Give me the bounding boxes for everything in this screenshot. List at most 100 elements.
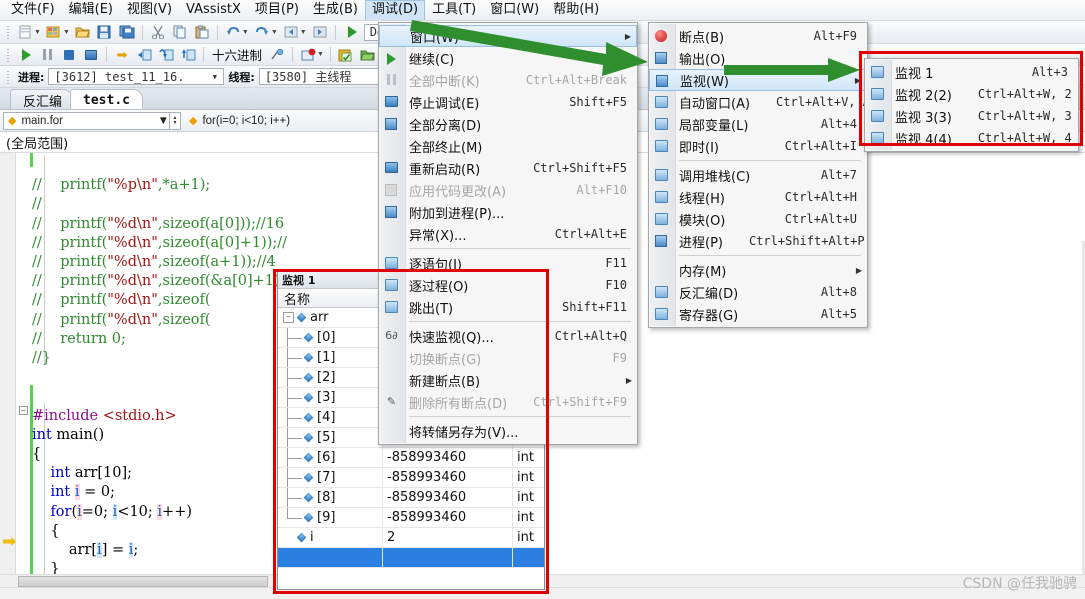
window-submenu-item-0[interactable]: 断点(B) Alt+F9: [649, 25, 867, 47]
validate-icon[interactable]: [336, 45, 356, 64]
menu-item-7[interactable]: 工具(T): [425, 0, 483, 20]
undo-icon[interactable]: [223, 23, 243, 42]
debug-menu-item-3[interactable]: 停止调试(E) Shift+F5: [379, 91, 637, 113]
member-combo-left[interactable]: ◆ main.for ▼ ▲ ▼: [3, 111, 181, 130]
menu-item-6[interactable]: 调试(D): [364, 0, 426, 20]
window-submenu-item-10[interactable]: 内存(M) ▶: [649, 259, 867, 281]
breakpoints-window-icon[interactable]: [298, 45, 318, 64]
watch-row[interactable]: i 2 int: [278, 528, 544, 548]
watch-row-value[interactable]: -858993460: [383, 468, 513, 487]
debug-menu-items[interactable]: 窗口(W) ▶ 继续(C) F5 全部中断(K) Ctrl+Alt+Break 停止调试(E…: [379, 25, 637, 442]
chevron-down-icon[interactable]: ▼: [34, 29, 41, 36]
watch-row-value[interactable]: -858993460: [383, 488, 513, 507]
window-submenu-popup[interactable]: 断点(B) Alt+F9 输出(O) 监视(W) ▶ 自动窗口(A) Ctrl+Alt+V,…: [648, 22, 870, 328]
debug-menu-item-0[interactable]: 窗口(W) ▶: [379, 25, 637, 47]
toolbar-grip[interactable]: [6, 68, 11, 85]
start-debugging-icon[interactable]: [341, 23, 361, 42]
debug-menu-item-1[interactable]: 继续(C) F5: [379, 47, 637, 69]
chevron-down-icon[interactable]: ▼: [300, 29, 307, 36]
watch-row[interactable]: [9] -858993460 int: [278, 508, 544, 528]
copy-icon[interactable]: [170, 23, 190, 42]
fold-toggle-icon[interactable]: –: [19, 406, 28, 415]
watch-row-name-cell[interactable]: [8]: [278, 488, 383, 507]
debug-menu-item-12[interactable]: 跳出(T) Shift+F11: [379, 296, 637, 318]
watch-row-name-cell[interactable]: – arr: [278, 308, 383, 327]
save-icon[interactable]: [95, 23, 115, 42]
window-submenu-items[interactable]: 断点(B) Alt+F9 输出(O) 监视(W) ▶ 自动窗口(A) Ctrl+Alt+V,…: [649, 25, 870, 325]
editor-tab-0[interactable]: 反汇编: [10, 89, 74, 110]
watch-submenu-item-1[interactable]: 监视 2(2) Ctrl+Alt+W, 2: [865, 83, 1078, 105]
window-submenu-item-1[interactable]: 输出(O): [649, 47, 867, 69]
chevron-down-icon[interactable]: ▼: [271, 29, 278, 36]
hex-toggle-icon[interactable]: [267, 45, 287, 64]
watch-submenu-popup[interactable]: 监视 1 Alt+3 监视 2(2) Ctrl+Alt+W, 2 监视 3(3) Ctrl…: [864, 58, 1079, 152]
redo-icon[interactable]: [252, 23, 272, 42]
watch-submenu-item-0[interactable]: 监视 1 Alt+3: [865, 61, 1078, 83]
add-item-icon[interactable]: [44, 23, 64, 42]
chevron-down-icon[interactable]: ▼: [208, 73, 221, 81]
chevron-down-icon[interactable]: ▼: [158, 115, 169, 127]
watch-row-name-cell[interactable]: [7]: [278, 468, 383, 487]
watch-submenu-item-3[interactable]: 监视 4(4) Ctrl+Alt+W, 4: [865, 127, 1078, 149]
watch-row-name-cell[interactable]: [3]: [278, 388, 383, 407]
debug-menu-item-4[interactable]: 全部分离(D): [379, 113, 637, 135]
menu-item-5[interactable]: 生成(B): [306, 0, 365, 20]
debug-menu-item-17[interactable]: 将转储另存为(V)...: [379, 420, 637, 442]
hex-display-label[interactable]: 十六进制: [208, 45, 266, 64]
watch-row-value[interactable]: -858993460: [383, 508, 513, 527]
editor-tab-1[interactable]: test.c: [70, 89, 143, 109]
watch-new-entry-value[interactable]: [383, 548, 513, 567]
watch-row-name-cell[interactable]: [0]: [278, 328, 383, 347]
watch-row-name-cell[interactable]: [2]: [278, 368, 383, 387]
watch-row-name-cell[interactable]: [6]: [278, 448, 383, 467]
watch-new-entry-row[interactable]: [278, 548, 544, 568]
watch-row-value[interactable]: 2: [383, 528, 513, 547]
menu-item-2[interactable]: 视图(V): [120, 0, 179, 20]
chevron-down-icon[interactable]: ▼: [63, 29, 70, 36]
toolbar-grip[interactable]: [6, 46, 11, 63]
watch-row[interactable]: [6] -858993460 int: [278, 448, 544, 468]
expander-icon[interactable]: –: [283, 312, 294, 323]
step-out-icon[interactable]: [178, 45, 198, 64]
watch-submenu-items[interactable]: 监视 1 Alt+3 监视 2(2) Ctrl+Alt+W, 2 监视 3(3) Ctrl…: [865, 61, 1078, 149]
cut-icon[interactable]: [148, 23, 168, 42]
menu-item-3[interactable]: VAssistX: [179, 0, 248, 20]
navigate-backward-icon[interactable]: [281, 23, 301, 42]
chevron-down-icon[interactable]: ▼: [242, 29, 249, 36]
watch-row-name-cell[interactable]: [1]: [278, 348, 383, 367]
watch-row-name-cell[interactable]: [4]: [278, 408, 383, 427]
chevron-down-icon[interactable]: ▼: [317, 51, 324, 58]
debug-menu-item-10[interactable]: 逐语句(I) F11: [379, 252, 637, 274]
step-over-icon[interactable]: [156, 45, 176, 64]
debug-menu-item-15[interactable]: 新建断点(B) ▶: [379, 369, 637, 391]
break-all-icon[interactable]: [37, 45, 57, 64]
scrollbar-thumb[interactable]: [18, 576, 268, 587]
window-submenu-item-9[interactable]: 进程(P) Ctrl+Shift+Alt+P: [649, 230, 867, 252]
editor-indicator-margin[interactable]: [0, 153, 16, 587]
stop-debugging-icon[interactable]: [59, 45, 79, 64]
show-next-statement-icon[interactable]: ➡: [112, 45, 132, 64]
debug-menu-item-11[interactable]: 逐过程(O) F10: [379, 274, 637, 296]
menu-item-9[interactable]: 帮助(H): [546, 0, 606, 20]
window-submenu-item-3[interactable]: 自动窗口(A) Ctrl+Alt+V, A: [649, 91, 870, 113]
watch-column-header-0[interactable]: 名称: [278, 289, 383, 308]
navigate-forward-icon[interactable]: [310, 23, 330, 42]
watch-row[interactable]: [7] -858993460 int: [278, 468, 544, 488]
window-submenu-item-11[interactable]: 反汇编(D) Alt+8: [649, 281, 867, 303]
code-text[interactable]: // printf("%p\n",*a+1); // // printf("%d…: [32, 157, 300, 599]
debug-menu-item-9[interactable]: 异常(X)... Ctrl+Alt+E: [379, 223, 637, 245]
window-submenu-item-6[interactable]: 调用堆栈(C) Alt+7: [649, 164, 867, 186]
open-folder-icon[interactable]: [358, 45, 378, 64]
menu-item-4[interactable]: 项目(P): [248, 0, 306, 20]
save-all-icon[interactable]: [117, 23, 137, 42]
watch-row[interactable]: [8] -858993460 int: [278, 488, 544, 508]
window-submenu-item-4[interactable]: 局部变量(L) Alt+4: [649, 113, 867, 135]
debug-menu-item-6[interactable]: 重新启动(R) Ctrl+Shift+F5: [379, 157, 637, 179]
window-submenu-item-8[interactable]: 模块(O) Ctrl+Alt+U: [649, 208, 867, 230]
toolbar-grip[interactable]: [6, 24, 11, 40]
watch-row-value[interactable]: -858993460: [383, 448, 513, 467]
window-submenu-item-7[interactable]: 线程(H) Ctrl+Alt+H: [649, 186, 867, 208]
watch-new-entry-name[interactable]: [278, 548, 383, 567]
paste-icon[interactable]: [192, 23, 212, 42]
watch-row-name-cell[interactable]: [5]: [278, 428, 383, 447]
